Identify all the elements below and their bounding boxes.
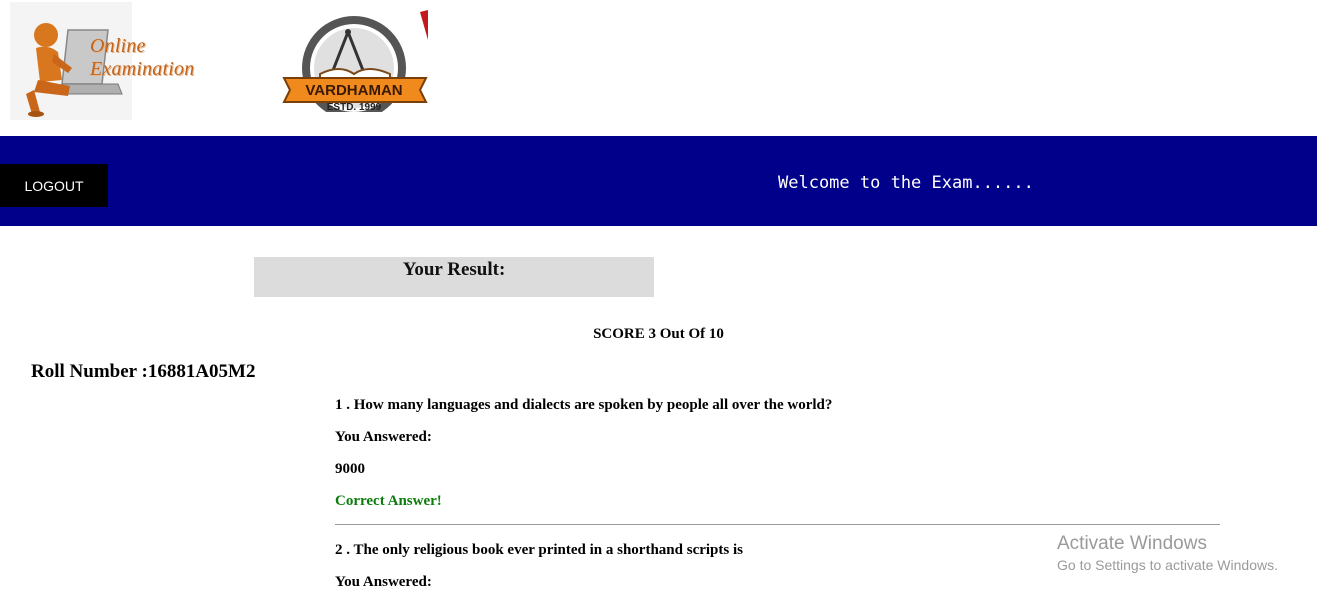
logout-button[interactable]: LOGOUT — [0, 164, 108, 207]
question-text: 2 . The only religious book ever printed… — [335, 542, 743, 558]
answer-value: 9000 — [335, 461, 365, 477]
activate-windows-watermark: Activate Windows Go to Settings to activ… — [1057, 533, 1278, 573]
navbar: LOGOUT Welcome to the Exam...... — [0, 136, 1317, 226]
result-title: Your Result: — [402, 259, 506, 280]
vardhaman-college-logo: VARDHAMAN COLLEGE OF ENGINEERING VARDHAM… — [280, 8, 428, 112]
question-text: 1 . How many languages and dialects are … — [335, 397, 833, 413]
score-text: SCORE 3 Out Of 10 — [593, 326, 724, 342]
online-examination-logo: Online Examination — [10, 2, 242, 120]
answer-status: Correct Answer! — [335, 493, 442, 509]
header: Online Examination VARDHAMAN COLLEGE OF … — [0, 0, 1317, 136]
college-estd-text: ESTD. 1999 — [327, 102, 382, 112]
online-examination-logo-text: Online Examination — [90, 35, 195, 80]
activate-windows-subtitle: Go to Settings to activate Windows. — [1057, 557, 1278, 573]
roll-number: Roll Number :16881A05M2 — [31, 361, 255, 383]
activate-windows-title: Activate Windows — [1057, 533, 1207, 554]
answered-label: You Answered: — [335, 429, 432, 445]
roll-number-label: Roll Number : — [31, 361, 148, 382]
welcome-message: Welcome to the Exam...... — [778, 173, 1034, 193]
question-divider — [335, 524, 1220, 525]
college-banner-text: VARDHAMAN — [305, 82, 402, 99]
result-header-box: Your Result: — [254, 257, 654, 297]
roll-number-value: 16881A05M2 — [147, 361, 256, 382]
answered-label: You Answered: — [335, 574, 432, 590]
